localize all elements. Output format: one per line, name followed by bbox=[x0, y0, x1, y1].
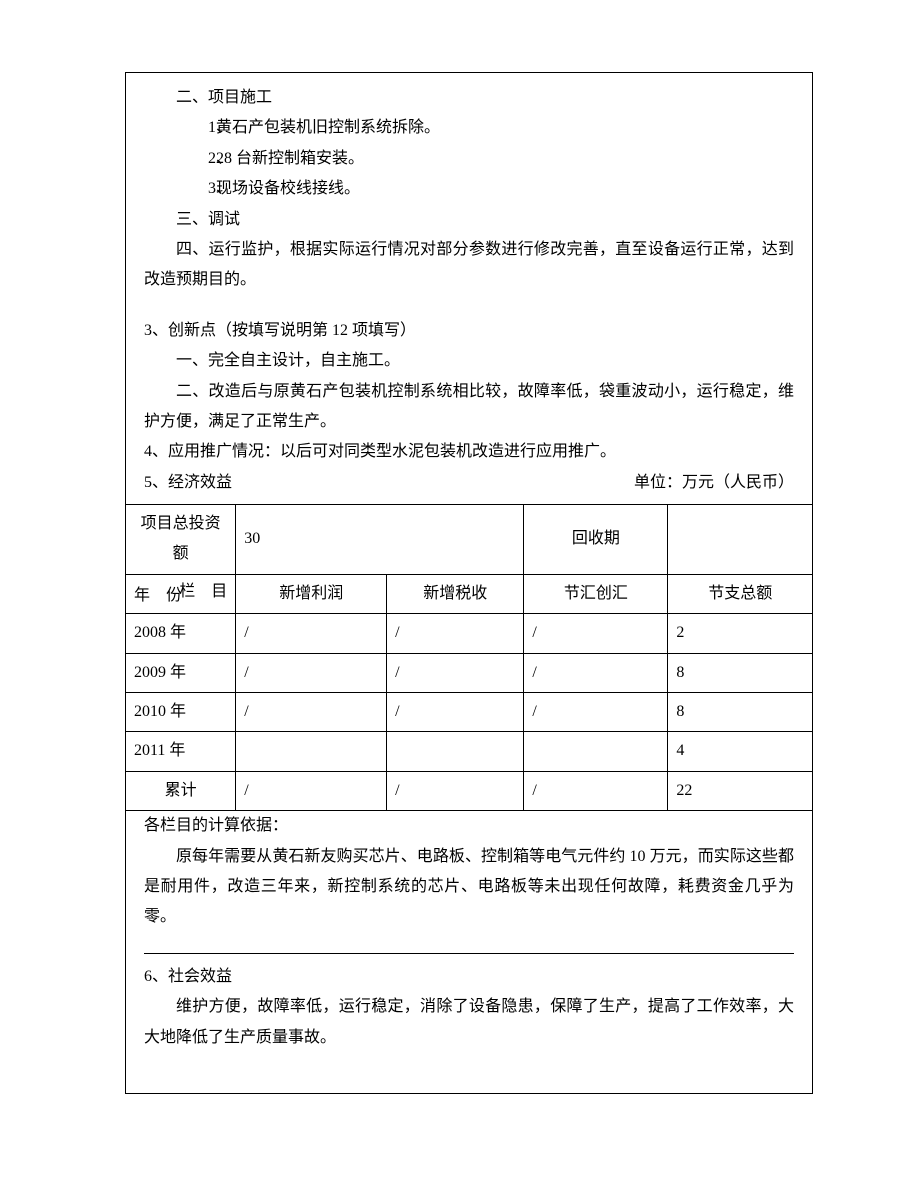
cell-c1: / bbox=[236, 614, 387, 653]
cell-payback-label: 回收期 bbox=[524, 505, 668, 575]
point-3: 3、创新点（按填写说明第 12 项填写） 一、完全自主设计，自主施工。 二、改造… bbox=[126, 316, 812, 438]
economic-benefit-table: 项目总投资额 30 回收期 栏 目 年 份 新增利润 新增税收 节汇创汇 节支总… bbox=[126, 504, 812, 811]
point-6: 6、社会效益 维护方便，故障率低，运行稳定，消除了设备隐患，保障了生产，提高了工… bbox=[126, 962, 812, 1053]
cell-c1: / bbox=[236, 653, 387, 692]
table-row-total: 累计 / / / 22 bbox=[126, 771, 812, 810]
basis-heading: 各栏目的计算依据： bbox=[144, 811, 794, 841]
item-number: 2、 bbox=[176, 144, 216, 174]
item-text: 28 台新控制箱安装。 bbox=[216, 150, 364, 167]
header-col-4: 节支总额 bbox=[668, 574, 812, 613]
outer-frame: 二、项目施工 1、黄石产包装机旧控制系统拆除。 2、28 台新控制箱安装。 3、… bbox=[125, 72, 813, 1094]
cell-c1: / bbox=[236, 771, 387, 810]
point-6-text: 维护方便，故障率低，运行稳定，消除了设备隐患，保障了生产，提高了工作效率，大大地… bbox=[144, 992, 794, 1053]
cell-c3: / bbox=[524, 693, 668, 732]
item-text: 现场设备校线接线。 bbox=[216, 180, 360, 197]
cell-c3: / bbox=[524, 771, 668, 810]
table-row: 2010 年 / / / 8 bbox=[126, 693, 812, 732]
calculation-basis: 各栏目的计算依据： 原每年需要从黄石新友购买芯片、电路板、控制箱等电气元件约 1… bbox=[126, 811, 812, 954]
cell-year: 2010 年 bbox=[126, 693, 236, 732]
cell-c2: / bbox=[387, 614, 524, 653]
point-4-text: 4、应用推广情况：以后可对同类型水泥包装机改造进行应用推广。 bbox=[144, 437, 794, 467]
page: 二、项目施工 1、黄石产包装机旧控制系统拆除。 2、28 台新控制箱安装。 3、… bbox=[0, 0, 920, 1191]
cell-c2: / bbox=[387, 653, 524, 692]
point-5-header-row: 5、经济效益 单位：万元（人民币） bbox=[144, 468, 794, 498]
section-3: 三、调试 四、运行监护，根据实际运行情况对部分参数进行修改完善，直至设备运行正常… bbox=[126, 205, 812, 296]
cell-c2 bbox=[387, 732, 524, 771]
table-row: 2008 年 / / / 2 bbox=[126, 614, 812, 653]
section-3-para: 四、运行监护，根据实际运行情况对部分参数进行修改完善，直至设备运行正常，达到改造… bbox=[144, 235, 794, 296]
section-2-item-2: 2、28 台新控制箱安装。 bbox=[144, 144, 794, 174]
point-3-heading: 3、创新点（按填写说明第 12 项填写） bbox=[144, 316, 794, 346]
section-3-heading: 三、调试 bbox=[144, 205, 794, 235]
cell-c4: 22 bbox=[668, 771, 812, 810]
table-row: 2011 年 4 bbox=[126, 732, 812, 771]
cell-c4: 8 bbox=[668, 693, 812, 732]
item-number: 3、 bbox=[176, 174, 216, 204]
cell-c1 bbox=[236, 732, 387, 771]
section-2-item-1: 1、黄石产包装机旧控制系统拆除。 bbox=[144, 113, 794, 143]
section-2-item-3: 3、现场设备校线接线。 bbox=[144, 174, 794, 204]
cell-diagonal: 栏 目 年 份 bbox=[126, 574, 236, 613]
cell-year: 2008 年 bbox=[126, 614, 236, 653]
table-row-invest: 项目总投资额 30 回收期 bbox=[126, 505, 812, 575]
cell-year: 累计 bbox=[126, 771, 236, 810]
cell-c4: 8 bbox=[668, 653, 812, 692]
item-number: 1、 bbox=[176, 113, 216, 143]
divider-line bbox=[144, 953, 794, 954]
cell-year: 2011 年 bbox=[126, 732, 236, 771]
cell-c3: / bbox=[524, 614, 668, 653]
point-4: 4、应用推广情况：以后可对同类型水泥包装机改造进行应用推广。 bbox=[126, 437, 812, 467]
cell-c3: / bbox=[524, 653, 668, 692]
cell-c3 bbox=[524, 732, 668, 771]
point-3-item-1: 一、完全自主设计，自主施工。 bbox=[144, 346, 794, 376]
point-5-heading: 5、经济效益 bbox=[144, 468, 232, 498]
cell-c4: 4 bbox=[668, 732, 812, 771]
diag-bottom-label: 年 份 bbox=[134, 581, 182, 611]
table-row: 2009 年 / / / 8 bbox=[126, 653, 812, 692]
table-row-header: 栏 目 年 份 新增利润 新增税收 节汇创汇 节支总额 bbox=[126, 574, 812, 613]
cell-c2: / bbox=[387, 771, 524, 810]
header-col-3: 节汇创汇 bbox=[524, 574, 668, 613]
cell-c4: 2 bbox=[668, 614, 812, 653]
section-2: 二、项目施工 1、黄石产包装机旧控制系统拆除。 2、28 台新控制箱安装。 3、… bbox=[126, 83, 812, 205]
cell-invest-label: 项目总投资额 bbox=[126, 505, 236, 575]
header-col-1: 新增利润 bbox=[236, 574, 387, 613]
section-2-heading: 二、项目施工 bbox=[144, 83, 794, 113]
cell-payback-value bbox=[668, 505, 812, 575]
point-5-unit: 单位：万元（人民币） bbox=[634, 468, 794, 498]
diag-top-label: 栏 目 bbox=[179, 577, 227, 607]
cell-c1: / bbox=[236, 693, 387, 732]
basis-text: 原每年需要从黄石新友购买芯片、电路板、控制箱等电气元件约 10 万元，而实际这些… bbox=[144, 842, 794, 933]
point-5: 5、经济效益 单位：万元（人民币） bbox=[126, 468, 812, 498]
cell-c2: / bbox=[387, 693, 524, 732]
point-6-heading: 6、社会效益 bbox=[144, 962, 794, 992]
item-text: 黄石产包装机旧控制系统拆除。 bbox=[216, 119, 440, 136]
cell-invest-value: 30 bbox=[236, 505, 524, 575]
cell-year: 2009 年 bbox=[126, 653, 236, 692]
header-col-2: 新增税收 bbox=[387, 574, 524, 613]
point-3-item-2: 二、改造后与原黄石产包装机控制系统相比较，故障率低，袋重波动小，运行稳定，维护方… bbox=[144, 377, 794, 438]
